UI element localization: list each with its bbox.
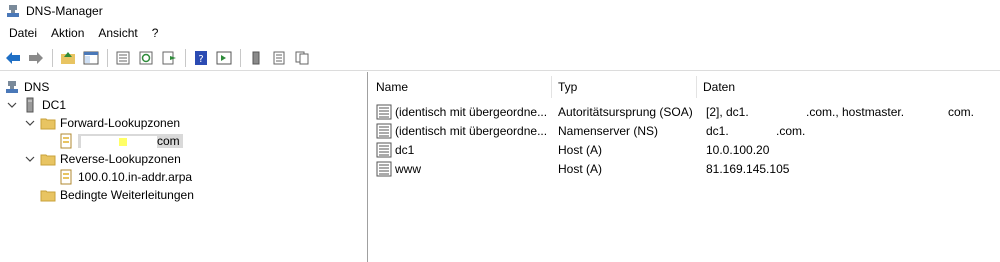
record-icon	[376, 123, 392, 139]
folder-icon	[40, 187, 56, 203]
toolbar-separator	[185, 48, 186, 67]
chevron-down-icon[interactable]	[24, 153, 36, 165]
folder-icon	[40, 151, 56, 167]
record-name: (identisch mit übergeordne...	[395, 123, 548, 138]
show-hide-console-tree-icon[interactable]	[80, 47, 102, 69]
help-icon[interactable]: ?	[190, 47, 212, 69]
table-row[interactable]: (identisch mit übergeordne... Namenserve…	[370, 121, 1000, 140]
tree-node-label: DNS	[24, 80, 50, 94]
chevron-down-icon[interactable]	[6, 99, 18, 111]
record-type: Namenserver (NS)	[558, 123, 659, 138]
server-icon	[22, 97, 38, 113]
console-tree: DNS DC1 Forward-Lookupzonen com Reverse-…	[0, 72, 368, 262]
copy-records-icon[interactable]	[291, 47, 313, 69]
forward-arrow-icon[interactable]	[25, 47, 47, 69]
toolbar-separator	[52, 48, 53, 67]
tree-node-server[interactable]: DC1	[6, 96, 66, 114]
record-data: 81.169.145.105	[706, 161, 790, 176]
column-header-type[interactable]: Typ	[552, 76, 697, 98]
menu-aktion[interactable]: Aktion	[44, 22, 91, 44]
svg-text:?: ?	[198, 54, 203, 65]
table-row[interactable]: www Host (A) 81.169.145.105	[370, 159, 1000, 178]
toolbar: ?	[0, 45, 1000, 71]
record-data: 10.0.100.20	[706, 142, 770, 157]
server-icon[interactable]	[245, 47, 267, 69]
table-row[interactable]: dc1 Host (A) 10.0.100.20	[370, 140, 1000, 159]
zone-file-icon	[58, 133, 74, 149]
record-type: Host (A)	[558, 161, 603, 176]
tree-node-label: Reverse-Lookupzonen	[60, 152, 181, 166]
tree-node-label: 100.0.10.in-addr.arpa	[78, 170, 193, 184]
record-icon	[376, 142, 392, 158]
column-header-data[interactable]: Daten	[697, 76, 1000, 98]
menu-datei[interactable]: Datei	[2, 22, 44, 44]
record-icon	[376, 104, 392, 120]
properties-icon[interactable]	[112, 47, 134, 69]
tree-node-label: DC1	[42, 98, 67, 112]
tree-node-label: Bedingte Weiterleitungen	[60, 188, 194, 202]
selected-zone-label: com	[78, 134, 183, 148]
record-type: Autoritätsursprung (SOA)	[558, 104, 693, 119]
zone-file-icon	[58, 169, 74, 185]
tree-node-forward-lookup-zones[interactable]: Forward-Lookupzonen	[24, 114, 180, 132]
tree-node-reverse-zone[interactable]: 100.0.10.in-addr.arpa	[58, 168, 192, 186]
dns-manager-icon	[4, 79, 20, 95]
record-data-part: com.	[948, 104, 975, 119]
record-name: (identisch mit übergeordne...	[395, 104, 548, 119]
menu-ansicht[interactable]: Ansicht	[91, 22, 144, 44]
up-folder-icon[interactable]	[57, 47, 79, 69]
zone-suffix: com	[157, 134, 180, 148]
show-action-pane-icon[interactable]	[213, 47, 235, 69]
tree-node-reverse-lookup-zones[interactable]: Reverse-Lookupzonen	[24, 150, 181, 168]
tree-node-label: Forward-Lookupzonen	[60, 116, 181, 130]
folder-icon	[40, 115, 56, 131]
menu-bar: Datei Aktion Ansicht ?	[0, 22, 1000, 44]
record-data-part: [2], dc1.	[706, 104, 749, 119]
list-view-icon[interactable]	[268, 47, 290, 69]
records-list: Name Typ Daten (identisch mit übergeordn…	[370, 72, 1000, 262]
record-type: Host (A)	[558, 142, 603, 157]
record-data-part: dc1.	[706, 123, 729, 138]
table-row[interactable]: (identisch mit übergeordne... Autoritäts…	[370, 102, 1000, 121]
redacted-text	[81, 135, 157, 148]
export-list-icon[interactable]	[158, 47, 180, 69]
tree-node-forward-zone-selected[interactable]: com	[58, 132, 183, 150]
column-header-name[interactable]: Name	[370, 76, 552, 98]
chevron-down-icon[interactable]	[24, 117, 36, 129]
record-data-part: .com.	[776, 123, 806, 138]
toolbar-separator	[240, 48, 241, 67]
title-bar: DNS-Manager	[0, 0, 1000, 22]
tree-node-dns[interactable]: DNS	[4, 78, 49, 96]
record-name: www	[395, 161, 421, 176]
record-icon	[376, 161, 392, 177]
refresh-icon[interactable]	[135, 47, 157, 69]
window-title: DNS-Manager	[26, 4, 103, 18]
dns-manager-app-icon	[6, 4, 20, 18]
toolbar-separator	[107, 48, 108, 67]
record-data-part: .com., hostmaster.	[806, 104, 905, 119]
menu-help[interactable]: ?	[145, 22, 166, 44]
tree-node-conditional-forwarders[interactable]: Bedingte Weiterleitungen	[40, 186, 194, 204]
record-name: dc1	[395, 142, 415, 157]
back-arrow-icon[interactable]	[2, 47, 24, 69]
